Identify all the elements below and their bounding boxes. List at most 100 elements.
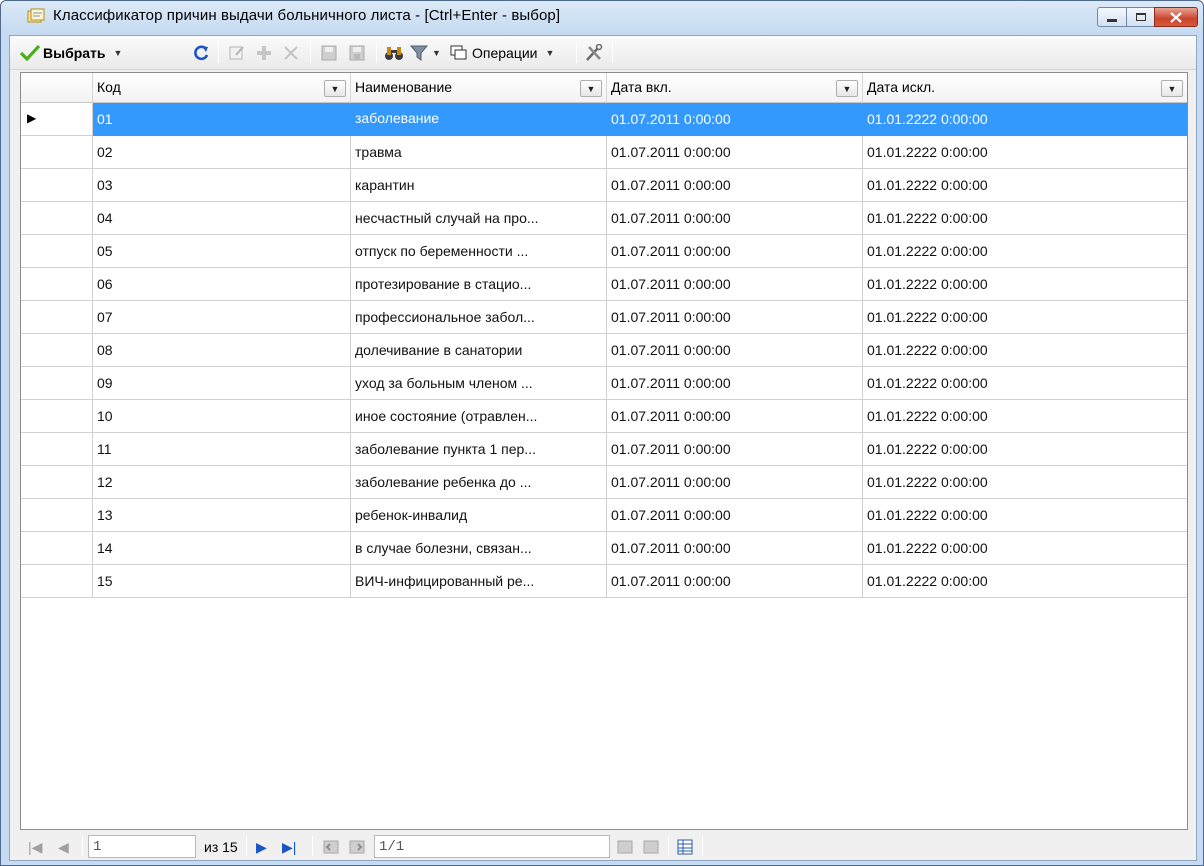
table-row[interactable]: 15 ВИЧ-инфицированный ре... 01.07.2011 0:0… <box>21 565 1187 598</box>
table-row[interactable]: 06 протезирование в стацио... 01.07.2011 0… <box>21 268 1187 301</box>
select-button[interactable]: Выбрать ▼ <box>20 42 122 64</box>
previous-record-button[interactable]: ◀ <box>58 836 69 858</box>
table-row[interactable]: 14 в случае болезни, связан... 01.07.2011 … <box>21 532 1187 565</box>
chevron-down-icon[interactable]: ▼ <box>836 80 858 97</box>
table-cell[interactable]: травма <box>351 136 607 169</box>
table-cell[interactable]: 01.07.2011 0:00:00 <box>607 499 863 532</box>
page-last-button[interactable] <box>642 836 660 858</box>
maximize-button[interactable] <box>1126 7 1155 27</box>
chevron-down-icon[interactable]: ▼ <box>580 80 602 97</box>
table-cell[interactable]: 05 <box>93 235 351 268</box>
first-record-button[interactable]: |◀ <box>28 836 42 858</box>
chevron-down-icon[interactable]: ▼ <box>1161 80 1183 97</box>
table-cell[interactable]: профессиональное забол... <box>351 301 607 334</box>
table-cell[interactable]: 09 <box>93 367 351 400</box>
minimize-button[interactable] <box>1097 7 1127 27</box>
close-button[interactable] <box>1154 7 1198 27</box>
table-cell[interactable]: 01.07.2011 0:00:00 <box>607 268 863 301</box>
row-header[interactable] <box>21 499 93 532</box>
table-cell[interactable]: 03 <box>93 169 351 202</box>
refresh-button[interactable] <box>192 42 210 64</box>
row-header[interactable] <box>21 235 93 268</box>
row-header[interactable] <box>21 202 93 235</box>
table-cell[interactable]: 13 <box>93 499 351 532</box>
table-cell[interactable]: 01.01.2222 0:00:00 <box>863 268 1187 301</box>
table-cell[interactable]: 01.01.2222 0:00:00 <box>863 466 1187 499</box>
page-input[interactable]: 1/1 <box>374 835 610 858</box>
save-all-button[interactable] <box>348 42 366 64</box>
table-cell[interactable]: 11 <box>93 433 351 466</box>
table-row[interactable]: 05 отпуск по беременности ... 01.07.2011 0… <box>21 235 1187 268</box>
table-cell[interactable]: 01.01.2222 0:00:00 <box>863 334 1187 367</box>
table-cell[interactable]: ВИЧ-инфицированный ре... <box>351 565 607 598</box>
table-row[interactable]: 08 долечивание в санатории 01.07.2011 0:00… <box>21 334 1187 367</box>
page-first-button[interactable] <box>616 836 634 858</box>
column-header-date-in[interactable]: Дата вкл. ▼ <box>607 73 863 103</box>
table-cell[interactable]: 01.01.2222 0:00:00 <box>863 235 1187 268</box>
table-cell[interactable]: 01.01.2222 0:00:00 <box>863 136 1187 169</box>
table-cell[interactable]: отпуск по беременности ... <box>351 235 607 268</box>
row-header[interactable] <box>21 301 93 334</box>
table-cell[interactable]: протезирование в стацио... <box>351 268 607 301</box>
table-cell[interactable]: 01.07.2011 0:00:00 <box>607 367 863 400</box>
table-cell[interactable]: 01.01.2222 0:00:00 <box>863 400 1187 433</box>
filter-button[interactable]: ▼ <box>410 42 441 64</box>
row-header[interactable] <box>21 400 93 433</box>
grid-layout-button[interactable] <box>676 836 694 858</box>
table-row[interactable]: 04 несчастный случай на про... 01.07.2011 … <box>21 202 1187 235</box>
tools-button[interactable] <box>584 42 604 64</box>
row-header[interactable] <box>21 433 93 466</box>
table-cell[interactable]: 01.01.2222 0:00:00 <box>863 169 1187 202</box>
table-cell[interactable]: 01.07.2011 0:00:00 <box>607 532 863 565</box>
table-cell[interactable]: 01 <box>93 103 351 136</box>
table-row[interactable]: 07 профессиональное забол... 01.07.2011 0:… <box>21 301 1187 334</box>
table-cell[interactable]: 01.07.2011 0:00:00 <box>607 334 863 367</box>
table-cell[interactable]: 06 <box>93 268 351 301</box>
table-cell[interactable]: 01.07.2011 0:00:00 <box>607 235 863 268</box>
table-cell[interactable]: 01.01.2222 0:00:00 <box>863 202 1187 235</box>
row-header[interactable]: ▶ <box>21 103 93 136</box>
table-cell[interactable]: 07 <box>93 301 351 334</box>
table-cell[interactable]: 08 <box>93 334 351 367</box>
table-row[interactable]: 02 травма 01.07.2011 0:00:00 01.01.2222 0:0… <box>21 136 1187 169</box>
title-bar[interactable]: Классификатор причин выдачи больничного … <box>1 1 1203 33</box>
table-cell[interactable]: долечивание в санатории <box>351 334 607 367</box>
table-cell[interactable]: 01.01.2222 0:00:00 <box>863 301 1187 334</box>
operations-button[interactable]: Операции ▼ <box>450 42 554 64</box>
table-cell[interactable]: в случае болезни, связан... <box>351 532 607 565</box>
table-cell[interactable]: 01.07.2011 0:00:00 <box>607 301 863 334</box>
table-cell[interactable]: 01.01.2222 0:00:00 <box>863 532 1187 565</box>
table-cell[interactable]: заболевание пункта 1 пер... <box>351 433 607 466</box>
table-cell[interactable]: 01.07.2011 0:00:00 <box>607 136 863 169</box>
table-cell[interactable]: 01.01.2222 0:00:00 <box>863 367 1187 400</box>
table-cell[interactable]: 01.01.2222 0:00:00 <box>863 103 1187 136</box>
table-cell[interactable]: 01.01.2222 0:00:00 <box>863 433 1187 466</box>
table-cell[interactable]: 10 <box>93 400 351 433</box>
table-row[interactable]: 09 уход за больным членом ... 01.07.2011 0… <box>21 367 1187 400</box>
table-cell[interactable]: 01.07.2011 0:00:00 <box>607 202 863 235</box>
find-button[interactable] <box>384 42 404 64</box>
column-header-name[interactable]: Наименование ▼ <box>351 73 607 103</box>
column-header-code[interactable]: Код ▼ <box>93 73 351 103</box>
next-page-button[interactable] <box>348 836 366 858</box>
next-record-button[interactable]: ▶ <box>256 836 267 858</box>
table-cell[interactable]: иное состояние (отравлен... <box>351 400 607 433</box>
table-cell[interactable]: 01.01.2222 0:00:00 <box>863 565 1187 598</box>
table-cell[interactable]: 01.07.2011 0:00:00 <box>607 169 863 202</box>
row-header[interactable] <box>21 367 93 400</box>
table-cell[interactable]: уход за больным членом ... <box>351 367 607 400</box>
table-cell[interactable]: 01.07.2011 0:00:00 <box>607 433 863 466</box>
table-row[interactable]: 10 иное состояние (отравлен... 01.07.2011 … <box>21 400 1187 433</box>
table-cell[interactable]: заболевание ребенка до ... <box>351 466 607 499</box>
row-header[interactable] <box>21 169 93 202</box>
row-header[interactable] <box>21 334 93 367</box>
table-row[interactable]: 03 карантин 01.07.2011 0:00:00 01.01.2222 0… <box>21 169 1187 202</box>
table-cell[interactable]: 02 <box>93 136 351 169</box>
table-row[interactable]: 11 заболевание пункта 1 пер... 01.07.2011 … <box>21 433 1187 466</box>
table-cell[interactable]: карантин <box>351 169 607 202</box>
delete-button[interactable] <box>282 42 300 64</box>
save-button[interactable] <box>320 42 338 64</box>
table-row[interactable]: ▶ 01 заболевание 01.07.2011 0:00:00 01.01.22… <box>21 103 1187 136</box>
edit-button[interactable] <box>228 42 246 64</box>
row-header[interactable] <box>21 466 93 499</box>
